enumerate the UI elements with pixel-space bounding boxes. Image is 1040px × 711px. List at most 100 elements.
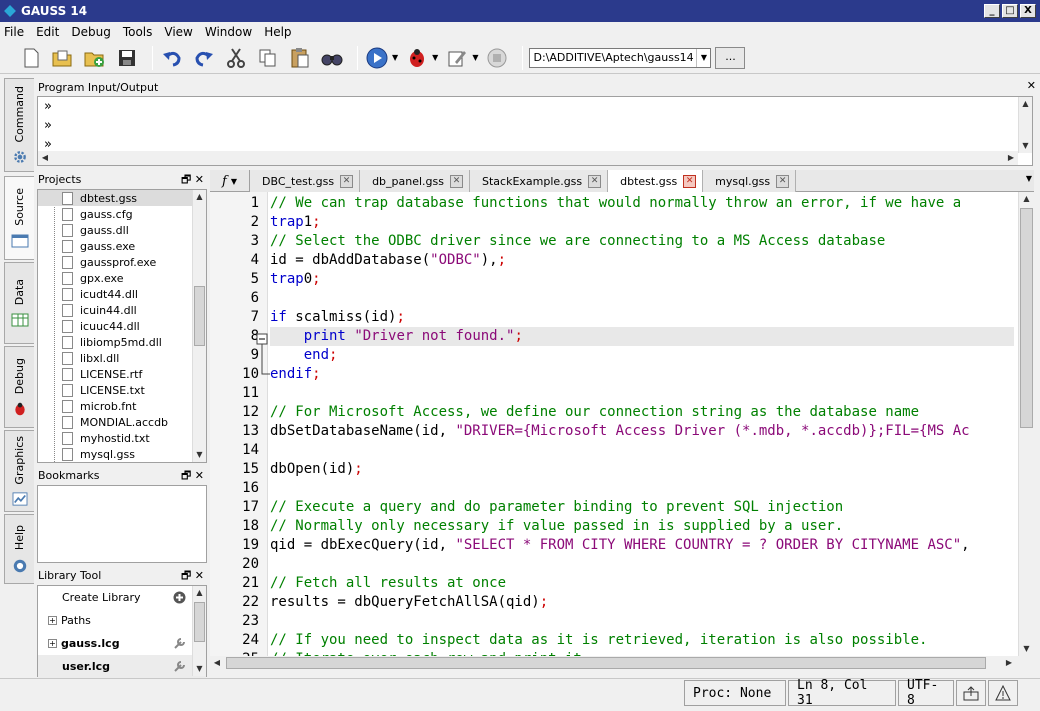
- close-tab-icon[interactable]: ✕: [588, 174, 602, 188]
- editor-tab[interactable]: db_panel.gss ✕: [360, 170, 471, 192]
- code-line[interactable]: qid = dbExecQuery(id, "SELECT * FROM CIT…: [270, 536, 1018, 555]
- tab-command[interactable]: Command: [4, 78, 34, 172]
- editor-tab[interactable]: dbtest.gss ✕: [608, 170, 704, 192]
- code-line[interactable]: // Execute a query and do parameter bind…: [270, 498, 1018, 517]
- new-file-icon[interactable]: [18, 45, 44, 71]
- project-file-item[interactable]: gauss.dll: [38, 222, 206, 238]
- code-line[interactable]: [270, 441, 1018, 460]
- warning-icon[interactable]: [988, 680, 1018, 706]
- function-list-button[interactable]: f ▼: [210, 170, 250, 192]
- project-file-item[interactable]: LICENSE.txt: [38, 382, 206, 398]
- library-item-gauss-lcg[interactable]: + gauss.lcg: [38, 632, 206, 655]
- working-directory-combo[interactable]: D:\ADDITIVE\Aptech\gauss14 ▼: [529, 47, 712, 68]
- project-file-item[interactable]: gauss.cfg: [38, 206, 206, 222]
- library-scrollbar[interactable]: ▲ ▼: [192, 586, 206, 676]
- scroll-right-icon[interactable]: ▶: [1002, 656, 1016, 670]
- redo-icon[interactable]: [191, 45, 217, 71]
- open-project-icon[interactable]: [82, 45, 108, 71]
- status-encoding[interactable]: UTF-8: [898, 678, 954, 708]
- chevron-down-icon[interactable]: ▼: [696, 48, 710, 67]
- expand-icon[interactable]: +: [48, 639, 57, 648]
- project-file-item[interactable]: icudt44.dll: [38, 286, 206, 302]
- save-icon[interactable]: [114, 45, 140, 71]
- tab-graphics[interactable]: Graphics: [4, 430, 34, 512]
- code-line[interactable]: // Fetch all results at once: [270, 574, 1018, 593]
- scroll-down-icon[interactable]: ▼: [1019, 642, 1034, 656]
- project-file-item[interactable]: dbtest.gss: [38, 190, 206, 206]
- menu-view[interactable]: View: [164, 25, 192, 39]
- code-line[interactable]: // For Microsoft Access, we define our c…: [270, 403, 1018, 422]
- wrench-icon[interactable]: [173, 637, 186, 650]
- project-file-item[interactable]: LICENSE.rtf: [38, 366, 206, 382]
- code-line[interactable]: // We can trap database functions that w…: [270, 194, 1018, 213]
- code-line[interactable]: // If you need to inspect data as it is …: [270, 631, 1018, 650]
- open-file-icon[interactable]: [50, 45, 76, 71]
- scroll-thumb[interactable]: [1020, 208, 1033, 428]
- menu-edit[interactable]: Edit: [36, 25, 59, 39]
- copy-icon[interactable]: [255, 45, 281, 71]
- code-line[interactable]: if scalmiss(id);: [270, 308, 1018, 327]
- tab-data[interactable]: Data: [4, 262, 34, 344]
- code-line[interactable]: [270, 479, 1018, 498]
- bookmarks-list[interactable]: [37, 485, 207, 563]
- code-line[interactable]: end;: [270, 346, 1018, 365]
- code-line[interactable]: dbSetDatabaseName(id, "DRIVER={Microsoft…: [270, 422, 1018, 441]
- panel-float-close-buttons[interactable]: 🗗 ✕: [181, 171, 204, 190]
- editor-tab[interactable]: DBC_test.gss ✕: [250, 170, 361, 192]
- scroll-right-icon[interactable]: ▶: [1004, 151, 1018, 165]
- library-item-paths[interactable]: + Paths: [38, 609, 206, 632]
- scroll-up-icon[interactable]: ▲: [1019, 192, 1034, 206]
- wrench-icon[interactable]: [173, 660, 186, 673]
- code-line[interactable]: trap0;: [270, 270, 1018, 289]
- project-file-item[interactable]: mysql.gss: [38, 446, 206, 462]
- paste-icon[interactable]: [287, 45, 313, 71]
- cut-icon[interactable]: [223, 45, 249, 71]
- scroll-up-icon[interactable]: ▲: [193, 190, 206, 204]
- console-hscrollbar[interactable]: ◀ ▶: [38, 151, 1018, 165]
- undo-icon[interactable]: [159, 45, 185, 71]
- run-dropdown-icon[interactable]: ▼: [392, 53, 398, 62]
- close-tab-icon[interactable]: ✕: [340, 174, 354, 188]
- close-tab-icon[interactable]: ✕: [683, 174, 697, 188]
- code-line[interactable]: // Normally only necessary if value pass…: [270, 517, 1018, 536]
- close-tab-icon[interactable]: ✕: [776, 174, 790, 188]
- project-file-item[interactable]: MONDIAL.accdb: [38, 414, 206, 430]
- close-icon[interactable]: ✕: [1027, 79, 1036, 92]
- code-line[interactable]: [270, 289, 1018, 308]
- scroll-down-icon[interactable]: ▼: [1019, 139, 1032, 153]
- scroll-thumb[interactable]: [194, 286, 205, 346]
- minimize-button[interactable]: _: [984, 4, 1000, 18]
- tab-list-dropdown-icon[interactable]: ▼: [1026, 174, 1032, 183]
- edit-dropdown-icon[interactable]: ▼: [472, 53, 478, 62]
- project-file-item[interactable]: gauss.exe: [38, 238, 206, 254]
- library-item-create[interactable]: Create Library: [38, 586, 206, 609]
- tab-source[interactable]: Source: [4, 176, 34, 260]
- menu-file[interactable]: File: [4, 25, 24, 39]
- menu-window[interactable]: Window: [205, 25, 252, 39]
- code-line[interactable]: [270, 384, 1018, 403]
- program-io-console[interactable]: » » » ▲ ▼ ◀ ▶: [37, 96, 1033, 166]
- panel-float-close-buttons[interactable]: 🗗 ✕: [181, 467, 204, 486]
- project-file-item[interactable]: myhostid.txt: [38, 430, 206, 446]
- add-icon[interactable]: [173, 591, 186, 604]
- editor-tab[interactable]: mysql.gss ✕: [703, 170, 797, 192]
- menu-help[interactable]: Help: [264, 25, 291, 39]
- library-item-user-lcg[interactable]: user.lcg: [38, 655, 206, 678]
- fold-marker-icon[interactable]: [256, 330, 270, 378]
- project-file-item[interactable]: icuin44.dll: [38, 302, 206, 318]
- projects-scrollbar[interactable]: ▲ ▼: [192, 190, 206, 462]
- stop-icon[interactable]: [484, 45, 510, 71]
- maximize-button[interactable]: □: [1002, 4, 1018, 18]
- project-file-item[interactable]: icuuc44.dll: [38, 318, 206, 334]
- scroll-left-icon[interactable]: ◀: [210, 656, 224, 670]
- project-file-item[interactable]: libiomp5md.dll: [38, 334, 206, 350]
- code-line[interactable]: id = dbAddDatabase("ODBC"),;: [270, 251, 1018, 270]
- scroll-down-icon[interactable]: ▼: [193, 448, 206, 462]
- editor-vscrollbar[interactable]: ▲ ▼: [1018, 192, 1034, 656]
- project-file-item[interactable]: libxl.dll: [38, 350, 206, 366]
- browse-button[interactable]: ...: [715, 46, 746, 69]
- close-tab-icon[interactable]: ✕: [450, 174, 464, 188]
- code-line[interactable]: endif;: [270, 365, 1018, 384]
- debug-icon[interactable]: [404, 45, 430, 71]
- code-line[interactable]: // Select the ODBC driver since we are c…: [270, 232, 1018, 251]
